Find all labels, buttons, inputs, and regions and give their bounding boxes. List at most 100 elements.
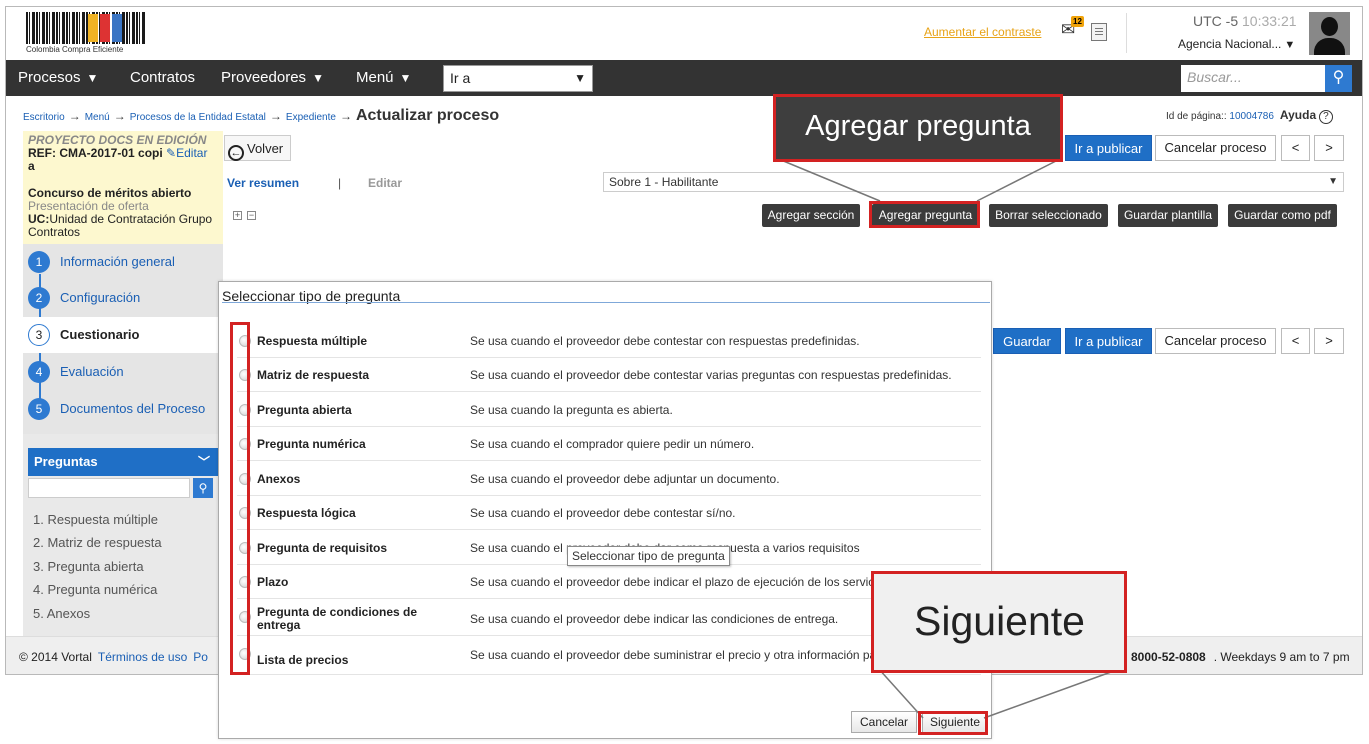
nav-procesos[interactable]: Procesos ▼ — [18, 69, 98, 86]
support-phone: 8000-52-0808 — [1131, 650, 1206, 664]
option-matriz-respuesta[interactable]: Matriz de respuesta Se usa cuando el prov… — [237, 358, 981, 392]
main-nav: Procesos ▼ Contratos Proveedores ▼ Menú ▼ I… — [6, 60, 1362, 96]
steps-nav: 1 Información general 2 Configuración 3 Cue… — [23, 244, 223, 434]
caret-down-icon: ▼ — [1284, 39, 1296, 51]
list-item[interactable]: 4. Pregunta numérica — [33, 578, 162, 601]
breadcrumb-escritorio[interactable]: Escritorio — [23, 112, 65, 123]
option-anexos[interactable]: Anexos Se usa cuando el proveedor debe ad… — [237, 462, 981, 496]
questions-search-input[interactable] — [28, 478, 190, 498]
prev-button[interactable]: < — [1281, 135, 1310, 161]
edit-link[interactable]: ✎Editar — [166, 146, 207, 160]
edit-tab[interactable]: Editar — [368, 176, 402, 190]
save-pdf-button[interactable]: Guardar como pdf — [1228, 204, 1337, 227]
page-id: Id de página:: 10004786 Ayuda ? — [1166, 108, 1333, 124]
breadcrumb-expediente[interactable]: Expediente — [286, 112, 336, 123]
option-plazo[interactable]: Plazo Se usa cuando el proveedor debe ind… — [237, 565, 981, 599]
add-section-button[interactable]: Agregar sección — [762, 204, 860, 227]
list-item[interactable]: 3. Pregunta abierta — [33, 555, 162, 578]
list-item[interactable]: 2. Matriz de respuesta — [33, 531, 162, 554]
radio-button[interactable] — [239, 576, 251, 588]
option-condiciones-entrega[interactable]: Pregunta de condiciones de entrega Se usa… — [237, 600, 981, 636]
avatar[interactable] — [1309, 12, 1350, 55]
back-button[interactable]: ← Volver — [224, 135, 291, 161]
clock: UTC -5 10:33:21 — [1193, 13, 1297, 29]
prev-button-bottom[interactable]: < — [1281, 328, 1310, 354]
help-link[interactable]: Ayuda — [1280, 108, 1316, 122]
page-title: Actualizar proceso — [355, 107, 500, 124]
footer-link[interactable]: Po — [193, 650, 208, 664]
caret-down-icon: ▼ — [574, 71, 586, 85]
radio-button[interactable] — [239, 438, 251, 450]
next-button[interactable]: > — [1314, 135, 1344, 161]
envelope-select[interactable]: Sobre 1 - Habilitante ▼ — [603, 172, 1344, 192]
option-respuesta-logica[interactable]: Respuesta lógica Se usa cuando el proveed… — [237, 496, 981, 530]
radio-button[interactable] — [239, 542, 251, 554]
step-evaluacion[interactable]: 4 Evaluación — [23, 354, 223, 390]
option-pregunta-numerica[interactable]: Pregunta numérica Se usa cuando el compra… — [237, 427, 981, 461]
nav-proveedores[interactable]: Proveedores ▼ — [221, 69, 324, 86]
step-cuestionario[interactable]: 3 Cuestionario — [23, 317, 223, 353]
copyright: © 2014 Vortal — [19, 650, 92, 664]
cancel-process-button[interactable]: Cancelar proceso — [1155, 135, 1276, 161]
terms-link[interactable]: Términos de uso — [98, 650, 187, 664]
option-respuesta-multiple[interactable]: Respuesta múltiple Se usa cuando el prove… — [237, 324, 981, 358]
save-template-button[interactable]: Guardar plantilla — [1118, 204, 1218, 227]
callout-next: Siguiente — [873, 573, 1126, 673]
cancel-process-button-bottom[interactable]: Cancelar proceso — [1155, 328, 1276, 354]
radio-button[interactable] — [239, 611, 251, 623]
radio-button[interactable] — [239, 369, 251, 381]
search-icon[interactable]: ⚲ — [1325, 65, 1352, 92]
list-item[interactable]: 5. Anexos — [33, 602, 162, 625]
project-ref: REF: CMA-2017-01 copi ✎Editar — [28, 146, 208, 160]
save-button[interactable]: Guardar — [993, 328, 1061, 354]
search-input[interactable]: Buscar... — [1181, 65, 1326, 92]
mail-icon[interactable]: ✉ 12 — [1061, 16, 1084, 39]
radio-button[interactable] — [239, 404, 251, 416]
list-item[interactable]: 1. Respuesta múltiple — [33, 508, 162, 531]
step-documentos[interactable]: 5 Documentos del Proceso — [23, 391, 223, 427]
step-configuracion[interactable]: 2 Configuración — [23, 280, 223, 316]
caret-down-icon: ▼ — [1328, 176, 1338, 187]
view-summary-link[interactable]: Ver resumen — [227, 176, 299, 190]
chevron-down-icon: ﹀ — [197, 455, 210, 469]
tree-controls: + − — [233, 210, 261, 221]
publish-button-bottom[interactable]: Ir a publicar — [1065, 328, 1152, 354]
logo: Colombia Compra Eficiente — [26, 12, 151, 54]
cancel-button[interactable]: Cancelar — [851, 711, 917, 733]
search-icon[interactable]: ⚲ — [193, 478, 213, 498]
support-hours: . Weekdays 9 am to 7 pm — [1213, 650, 1350, 664]
add-question-button[interactable]: Agregar pregunta — [872, 204, 979, 227]
caret-down-icon: ▼ — [86, 71, 99, 85]
option-pregunta-abierta[interactable]: Pregunta abierta Se usa cuando la pregunt… — [237, 393, 981, 427]
breadcrumb-menu[interactable]: Menú — [85, 112, 110, 123]
option-lista-precios[interactable]: Lista de precios Se usa cuando el proveed… — [237, 637, 981, 675]
step-informacion-general[interactable]: 1 Información general — [23, 244, 223, 280]
questions-list: 1. Respuesta múltiple 2. Matriz de respu… — [33, 508, 162, 625]
collapse-icon[interactable]: − — [247, 211, 256, 220]
radio-button[interactable] — [239, 648, 251, 660]
connector-line — [983, 667, 1123, 719]
help-icon[interactable]: ? — [1318, 110, 1333, 124]
radio-button[interactable] — [239, 473, 251, 485]
caret-down-icon: ▼ — [399, 71, 412, 85]
contrast-link[interactable]: Aumentar el contraste — [924, 25, 1041, 39]
nav-menu[interactable]: Menú ▼ — [356, 69, 411, 86]
caret-down-icon: ▼ — [312, 71, 324, 85]
radio-button[interactable] — [239, 507, 251, 519]
next-button-bottom[interactable]: > — [1314, 328, 1344, 354]
barcode-graphic — [26, 12, 146, 44]
breadcrumb-procesos[interactable]: Procesos de la Entidad Estatal — [130, 112, 266, 123]
agency-selector[interactable]: Agencia Nacional... ▼ — [1178, 37, 1295, 51]
questions-panel-header[interactable]: Preguntas ﹀ — [28, 448, 218, 476]
delete-selected-button[interactable]: Borrar seleccionado — [989, 204, 1108, 227]
document-icon[interactable] — [1091, 23, 1107, 41]
next-step-button[interactable]: Siguiente — [922, 711, 988, 733]
questions-panel: Preguntas ﹀ ⚲ 1. Respuesta múltiple 2. Ma… — [23, 434, 223, 639]
radio-button[interactable] — [239, 335, 251, 347]
goto-select[interactable]: Ir a ▼ — [443, 65, 593, 92]
publish-button[interactable]: Ir a publicar — [1065, 135, 1152, 161]
back-arrow-icon: ← — [228, 145, 244, 161]
nav-contratos[interactable]: Contratos — [130, 69, 195, 86]
utc-time: 10:33:21 — [1242, 13, 1297, 29]
expand-icon[interactable]: + — [233, 211, 242, 220]
